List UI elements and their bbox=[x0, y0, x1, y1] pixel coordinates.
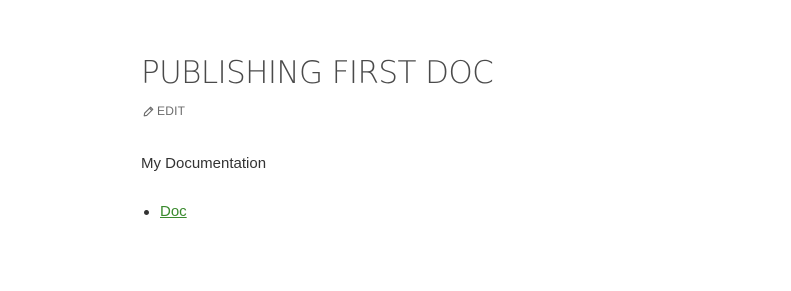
page-title: PUBLISHING FIRST DOC bbox=[141, 55, 494, 91]
bullet-icon bbox=[144, 209, 149, 215]
edit-label: EDIT bbox=[157, 104, 186, 118]
doc-list: Doc bbox=[141, 202, 187, 222]
edit-link[interactable]: EDIT bbox=[143, 104, 185, 118]
doc-link[interactable]: Doc bbox=[160, 202, 187, 222]
intro-text: My Documentation bbox=[141, 155, 267, 172]
list-item: Doc bbox=[141, 202, 187, 222]
pencil-icon bbox=[143, 106, 154, 117]
